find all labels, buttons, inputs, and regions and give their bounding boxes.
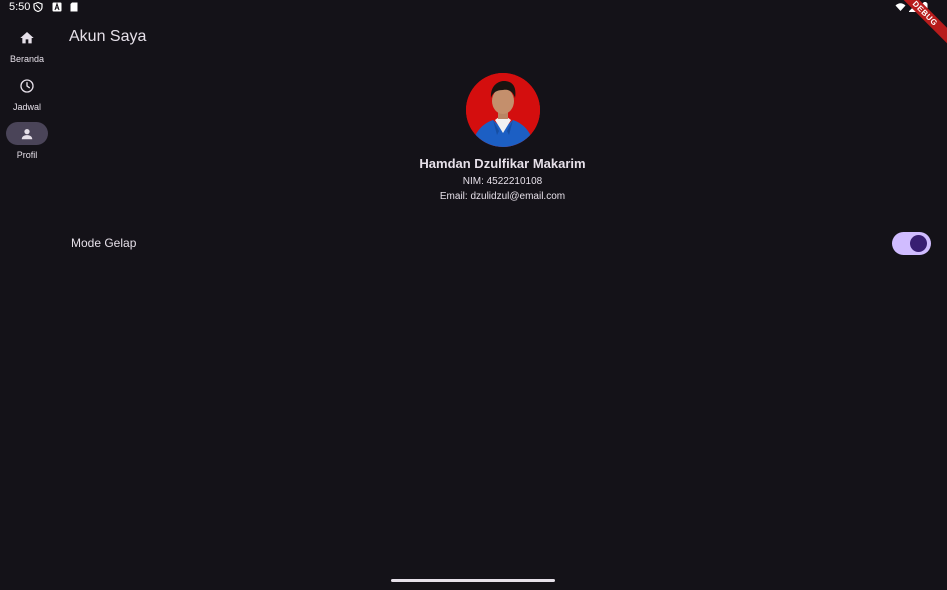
- clock-icon: [20, 78, 34, 93]
- switch-thumb: [910, 235, 927, 252]
- profile-name: Hamdan Dzulfikar Makarim: [419, 156, 586, 171]
- nav-label-profil: Profil: [16, 150, 38, 160]
- profile-photo: [466, 73, 540, 147]
- status-time: 5:50: [9, 1, 31, 13]
- nav-indicator-active: [6, 122, 48, 145]
- nav-item-beranda[interactable]: Beranda: [0, 21, 54, 67]
- a-box-icon: [52, 2, 62, 12]
- wifi-icon: [895, 3, 906, 11]
- nav-item-profil[interactable]: Profil: [0, 117, 54, 163]
- profile-email: Email: dzulidzul@email.com: [439, 191, 566, 202]
- nav-item-jadwal[interactable]: Jadwal: [0, 69, 54, 115]
- profile-nim: NIM: 4522210108: [462, 176, 543, 187]
- app-screen: 5:50 DEBUG Beranda Jadwal Profil Akun Sa…: [0, 0, 947, 590]
- profile-avatar: [466, 73, 540, 147]
- nav-label-beranda: Beranda: [9, 54, 45, 64]
- page-title: Akun Saya: [69, 28, 147, 45]
- home-icon: [20, 31, 34, 43]
- shield-icon: [33, 2, 43, 12]
- person-icon: [21, 128, 33, 139]
- dark-mode-switch[interactable]: [892, 232, 931, 255]
- gesture-navigation-bar[interactable]: [391, 579, 555, 582]
- navigation-rail: Beranda Jadwal Profil: [0, 16, 54, 576]
- sd-card-icon: [70, 2, 78, 12]
- nav-label-jadwal: Jadwal: [12, 102, 41, 112]
- dark-mode-label: Mode Gelap: [71, 236, 137, 250]
- dark-mode-setting-row[interactable]: Mode Gelap: [54, 226, 947, 260]
- nav-indicator: [6, 74, 48, 97]
- status-bar: 5:50: [0, 0, 947, 16]
- nav-indicator: [6, 26, 48, 49]
